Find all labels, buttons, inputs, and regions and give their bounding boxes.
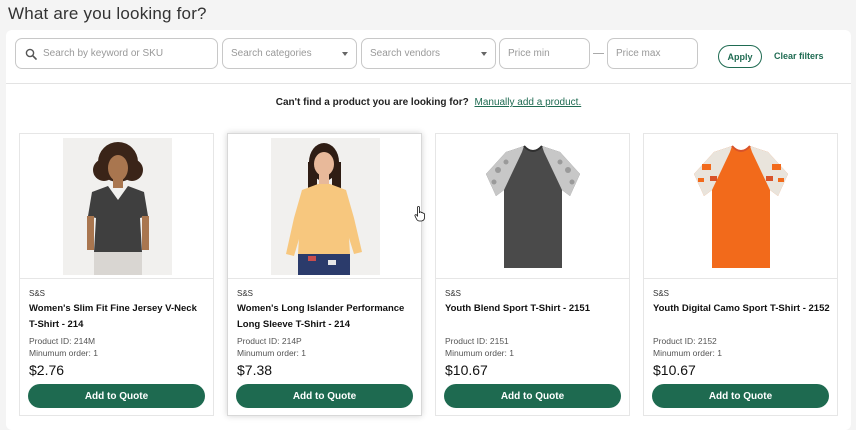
page-title: What are you looking for? [8, 4, 207, 23]
minimum-order: Minumum order: 1 [237, 348, 306, 358]
search-icon [25, 48, 37, 60]
categories-select[interactable]: Search categories [222, 38, 357, 69]
add-to-quote-button[interactable]: Add to Quote [28, 384, 205, 408]
vendors-select[interactable]: Search vendors [361, 38, 496, 69]
price-range-separator [593, 53, 604, 54]
price-max-placeholder: Price max [616, 48, 661, 59]
product-card[interactable]: S&S Youth Digital Camo Sport T-Shirt - 2… [643, 133, 838, 416]
product-id: Product ID: 214P [237, 336, 302, 346]
product-vendor: S&S [29, 289, 46, 298]
missing-product-notice: Can't find a product you are looking for… [6, 97, 851, 108]
manually-add-product-link[interactable]: Manually add a product. [474, 97, 581, 108]
product-card[interactable]: S&S Youth Blend Sport T-Shirt - 2151 Pro… [435, 133, 630, 416]
minimum-order: Minumum order: 1 [29, 348, 98, 358]
product-id: Product ID: 2152 [653, 336, 717, 346]
price-max-input[interactable]: Price max [607, 38, 698, 69]
chevron-down-icon [481, 51, 487, 56]
product-name[interactable]: Youth Blend Sport T-Shirt - 2151 [445, 301, 623, 317]
clear-filters-link[interactable]: Clear filters [774, 51, 824, 61]
product-price: $10.67 [445, 362, 488, 378]
chevron-down-icon [342, 51, 348, 56]
product-card[interactable]: S&S Women's Long Islander Performance Lo… [227, 133, 422, 416]
product-vendor: S&S [445, 289, 462, 298]
product-id: Product ID: 214M [29, 336, 96, 346]
product-name[interactable]: Women's Long Islander Performance Long S… [237, 301, 415, 333]
add-to-quote-button[interactable]: Add to Quote [444, 384, 621, 408]
product-vendor: S&S [653, 289, 670, 298]
product-search-panel: Search by keyword or SKU Search categori… [6, 30, 851, 430]
apply-button[interactable]: Apply [718, 45, 762, 68]
product-id: Product ID: 2151 [445, 336, 509, 346]
hand-cursor-icon [414, 206, 425, 222]
search-placeholder: Search by keyword or SKU [43, 48, 164, 59]
minimum-order: Minumum order: 1 [445, 348, 514, 358]
product-price: $2.76 [29, 362, 65, 378]
product-image[interactable] [644, 134, 837, 279]
minimum-order: Minumum order: 1 [653, 348, 722, 358]
product-image[interactable] [228, 134, 421, 279]
add-to-quote-button[interactable]: Add to Quote [652, 384, 829, 408]
product-card[interactable]: S&S Women's Slim Fit Fine Jersey V-Neck … [19, 133, 214, 416]
product-image[interactable] [20, 134, 213, 279]
price-min-input[interactable]: Price min [499, 38, 590, 69]
vendors-placeholder: Search vendors [370, 48, 441, 59]
product-price: $10.67 [653, 362, 696, 378]
product-name[interactable]: Youth Digital Camo Sport T-Shirt - 2152 [653, 301, 831, 317]
search-input[interactable]: Search by keyword or SKU [15, 38, 218, 69]
add-to-quote-button[interactable]: Add to Quote [236, 384, 413, 408]
categories-placeholder: Search categories [231, 48, 312, 59]
product-price: $7.38 [237, 362, 273, 378]
notice-question: Can't find a product you are looking for… [275, 97, 469, 108]
product-vendor: S&S [237, 289, 254, 298]
product-name[interactable]: Women's Slim Fit Fine Jersey V-Neck T-Sh… [29, 301, 207, 333]
filter-bar: Search by keyword or SKU Search categori… [6, 30, 851, 84]
price-min-placeholder: Price min [508, 48, 550, 59]
product-image[interactable] [436, 134, 629, 279]
